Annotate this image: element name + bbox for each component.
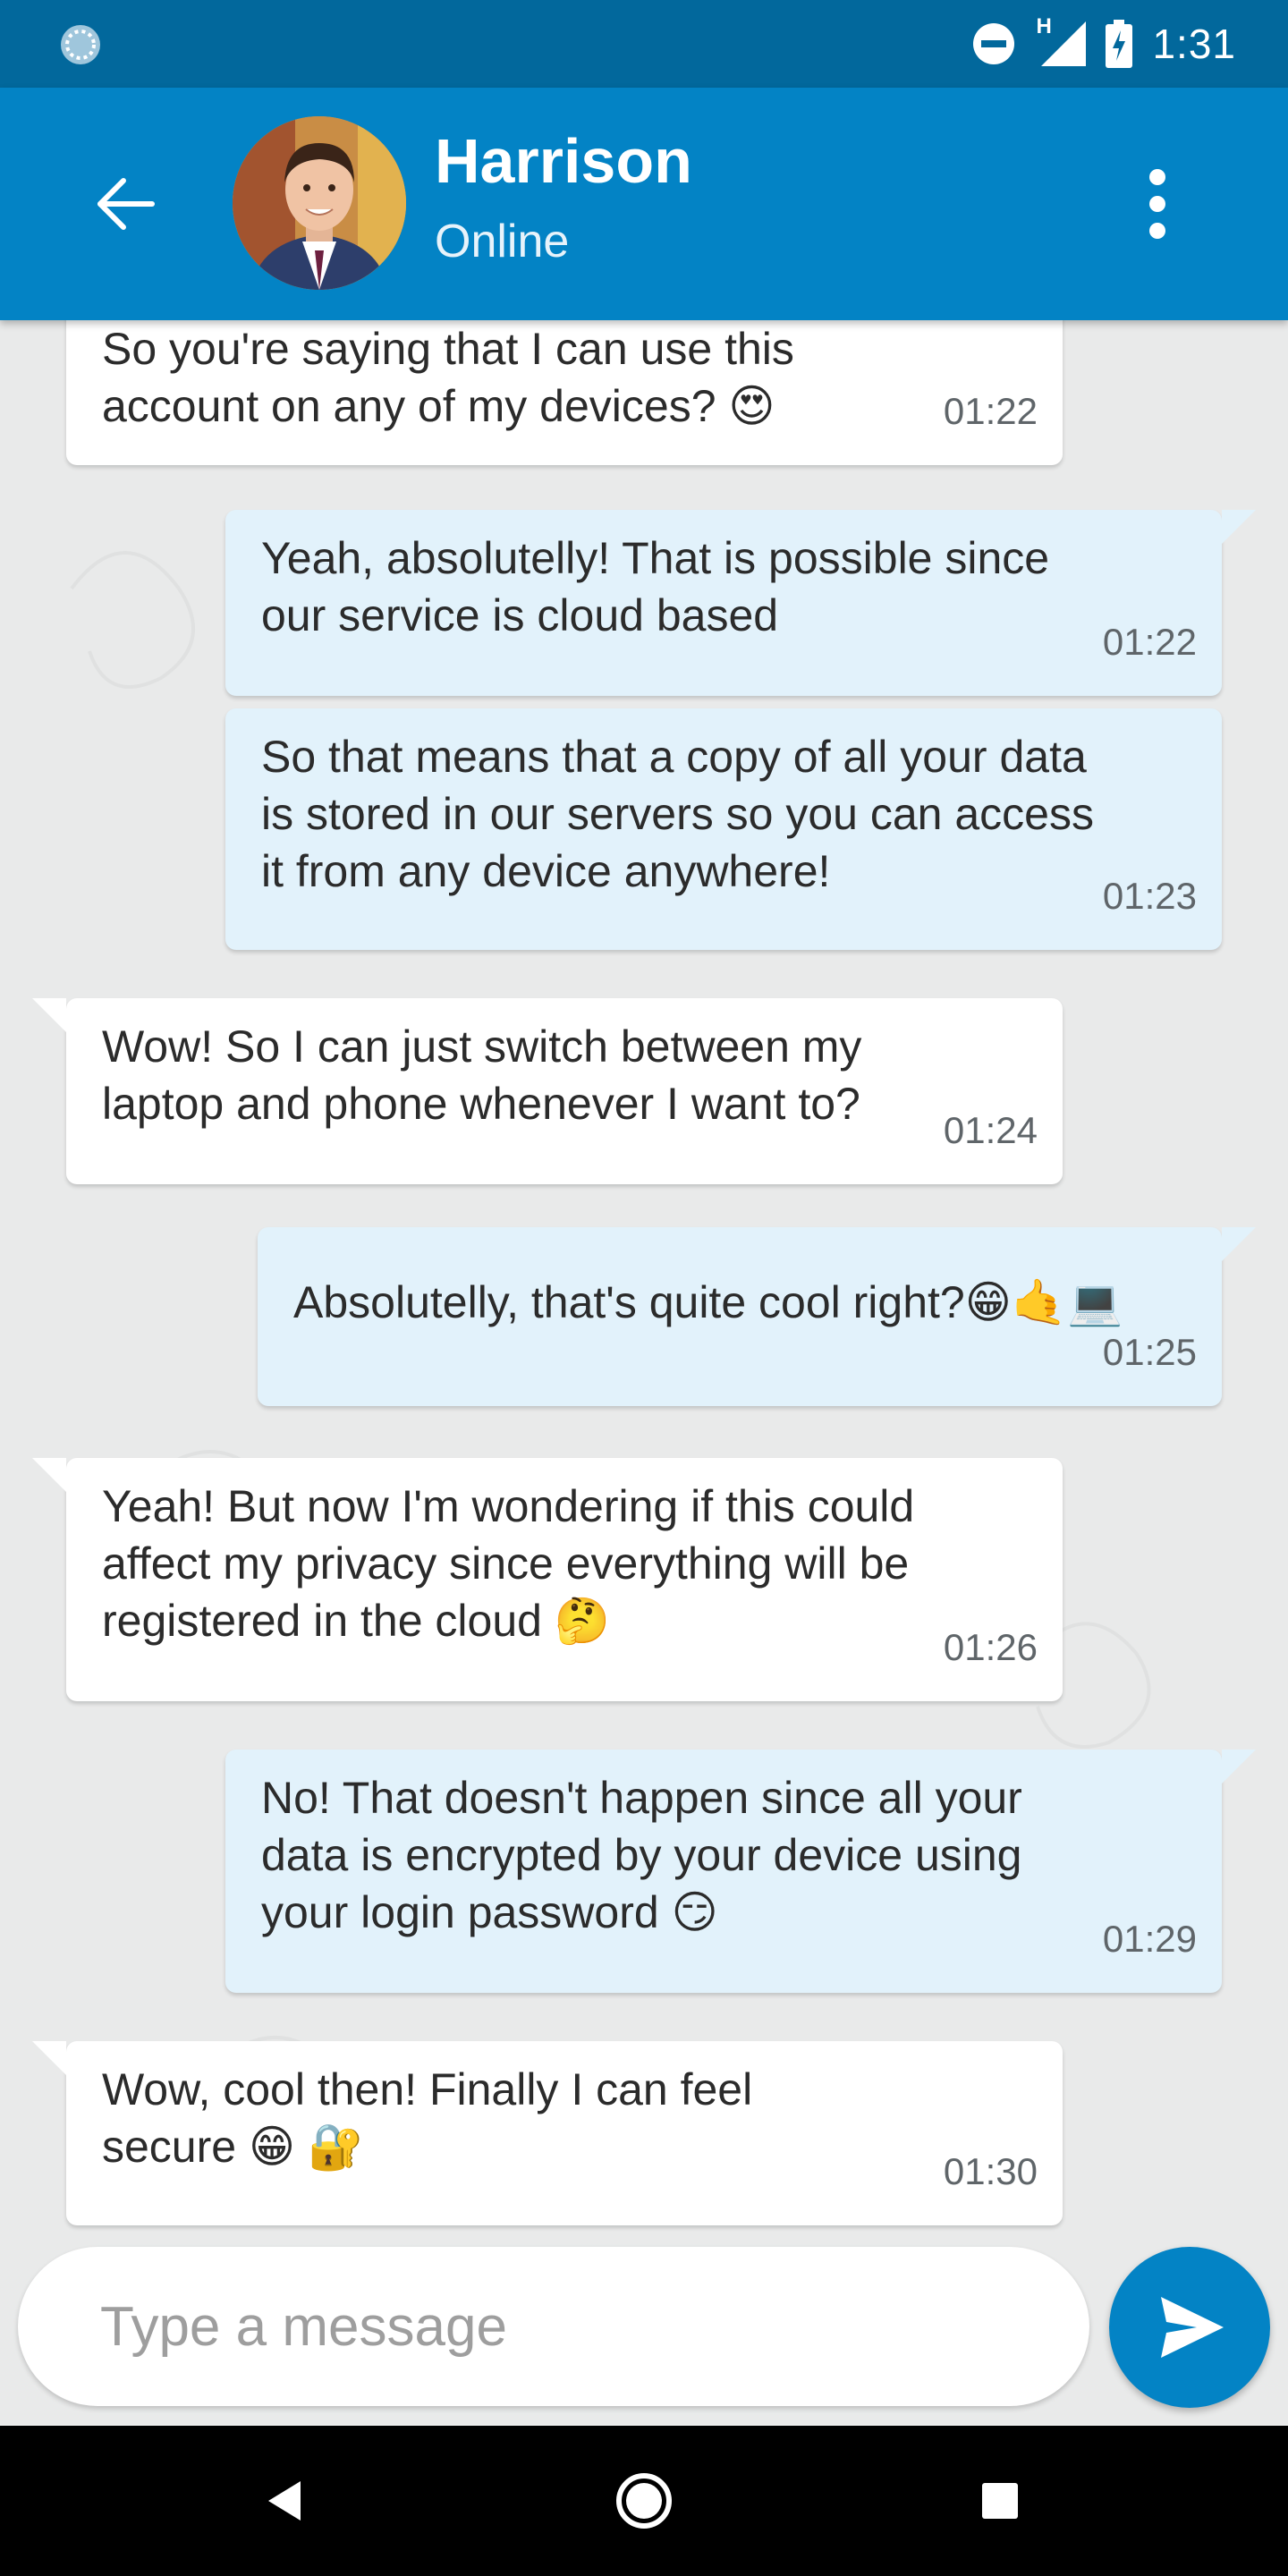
message-bubble-incoming[interactable]: Wow! So I can just switch between my lap… xyxy=(32,998,1063,1184)
contact-name[interactable]: Harrison xyxy=(435,125,692,197)
message-bubble-incoming[interactable]: Yeah! But now I'm wondering if this coul… xyxy=(32,1458,1063,1701)
message-text: No! That doesn't happen since all your d… xyxy=(261,1773,1022,1937)
message-text: Wow, cool then! Finally I can feel secur… xyxy=(102,2064,753,2172)
message-bubble-incoming[interactable]: Wow, cool then! Finally I can feel secur… xyxy=(32,2041,1063,2225)
bubble-tail xyxy=(1222,1750,1256,1784)
bubble-tail xyxy=(32,2041,66,2075)
bubble-tail xyxy=(1222,510,1256,544)
do-not-disturb-icon xyxy=(973,23,1015,64)
message-time: 01:26 xyxy=(943,1626,1038,1668)
signal-icon: H xyxy=(1036,14,1087,66)
chat-header: Harrison Online xyxy=(0,88,1288,320)
message-text: So that means that a copy of all your da… xyxy=(261,732,1094,896)
sync-icon xyxy=(61,25,100,64)
message-bubble-outgoing[interactable]: Absolutelly, that's quite cool right?😁🤙💻… xyxy=(258,1227,1256,1406)
more-vertical-icon[interactable] xyxy=(1132,161,1182,247)
message-bubble-outgoing[interactable]: So that means that a copy of all your da… xyxy=(225,708,1222,950)
status-bar: H 1:31 xyxy=(0,0,1288,88)
message-time: 01:22 xyxy=(1102,621,1197,663)
contact-photo xyxy=(233,116,406,290)
message-bubble-incoming[interactable]: So you're saying that I can use this acc… xyxy=(66,320,1063,465)
message-composer xyxy=(18,2247,1089,2406)
message-text: Yeah! But now I'm wondering if this coul… xyxy=(102,1481,915,1646)
message-text: Wow! So I can just switch between my lap… xyxy=(102,1021,862,1129)
message-time: 01:23 xyxy=(1102,875,1197,917)
send-button[interactable] xyxy=(1109,2247,1270,2408)
message-list[interactable]: So you're saying that I can use this acc… xyxy=(0,320,1288,2424)
message-time: 01:25 xyxy=(1102,1331,1197,1373)
status-time: 1:31 xyxy=(1152,21,1236,67)
message-text: Yeah, absolutelly! That is possible sinc… xyxy=(261,533,1050,640)
message-time: 01:30 xyxy=(943,2150,1038,2192)
message-bubble-outgoing[interactable]: Yeah, absolutelly! That is possible sinc… xyxy=(225,510,1256,696)
bubble-tail xyxy=(32,998,66,1032)
send-icon xyxy=(1161,2297,1224,2358)
message-time: 01:22 xyxy=(943,390,1038,432)
message-text: Absolutelly, that's quite cool right?😁🤙💻 xyxy=(293,1277,1123,1327)
message-bubble-outgoing[interactable]: No! That doesn't happen since all your d… xyxy=(225,1750,1256,1993)
contact-status: Online xyxy=(435,216,570,267)
bubble-tail xyxy=(32,1458,66,1492)
system-nav-bar xyxy=(0,2426,1288,2576)
arrow-back-icon[interactable] xyxy=(89,168,161,240)
bubble-tail xyxy=(1222,1227,1256,1261)
nav-recents-icon[interactable] xyxy=(964,2465,1036,2537)
message-input[interactable] xyxy=(100,2286,1048,2367)
avatar[interactable] xyxy=(233,116,406,290)
message-time: 01:29 xyxy=(1102,1918,1197,1960)
message-time: 01:24 xyxy=(943,1109,1038,1151)
battery-charging-icon xyxy=(1106,20,1133,68)
message-text: So you're saying that I can use this acc… xyxy=(102,324,794,431)
nav-back-icon[interactable] xyxy=(250,2465,322,2537)
nav-home-icon[interactable] xyxy=(608,2465,680,2537)
